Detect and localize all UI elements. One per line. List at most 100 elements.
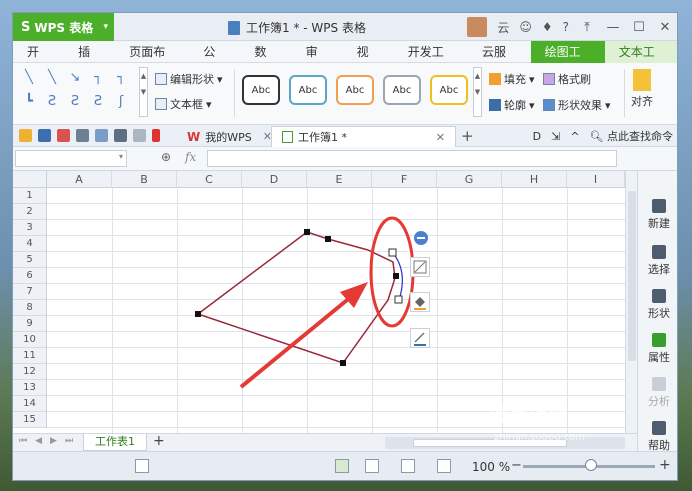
column-header-d[interactable]: D (242, 171, 307, 188)
print-preview-icon[interactable] (95, 129, 108, 142)
zoom-out-button[interactable]: − (511, 458, 522, 473)
avatar[interactable] (467, 17, 488, 37)
elbow-connector-icon[interactable]: ┗ (19, 91, 39, 113)
formula-input[interactable] (207, 150, 617, 167)
new-tab-button[interactable]: + (461, 127, 474, 145)
row-header[interactable]: 12 (13, 364, 47, 380)
tab-formula[interactable]: 公式 (189, 41, 240, 81)
curved-connector-icon[interactable]: Ƨ (65, 91, 85, 113)
tab-home[interactable]: 开始 (13, 41, 64, 81)
d-icon[interactable]: D (533, 130, 541, 143)
help-icon[interactable]: ? (563, 20, 569, 34)
add-sheet-button[interactable]: + (153, 433, 165, 449)
name-box[interactable]: ▾ (15, 150, 127, 167)
eye-protection-icon[interactable] (437, 459, 451, 473)
tab-my-wps[interactable]: W 我的WPS ✕ (177, 126, 282, 147)
freeform-icon[interactable]: ʃ (111, 91, 131, 113)
skin-icon[interactable]: ☺ (519, 20, 532, 34)
shape-style-4[interactable]: Abc (383, 75, 421, 105)
vertical-scrollbar[interactable] (625, 171, 637, 433)
curved-connector-icon[interactable]: Ƨ (42, 91, 62, 113)
tab-workbook[interactable]: 工作簿1 * ✕ (271, 126, 456, 147)
column-header-b[interactable]: B (112, 171, 177, 188)
tab-data[interactable]: 数据 (240, 41, 291, 81)
curved-arrow-icon[interactable]: Ƨ (88, 91, 108, 113)
row-header[interactable]: 4 (13, 236, 47, 252)
row-header[interactable]: 13 (13, 380, 47, 396)
tab-page-layout[interactable]: 页面布局 (115, 41, 189, 81)
task-pane-new[interactable]: 新建 (638, 199, 677, 231)
restore-icon[interactable]: ⤒ (579, 20, 595, 35)
next-sheet-icon[interactable]: ▶ (50, 436, 57, 446)
task-pane-properties[interactable]: 属性 (638, 333, 677, 365)
row-header[interactable]: 15 (13, 412, 47, 428)
float-fill-button[interactable] (410, 292, 430, 312)
maximize-button[interactable]: ☐ (631, 20, 647, 35)
row-header[interactable]: 5 (13, 252, 47, 268)
float-collapse-button[interactable] (413, 230, 433, 250)
gallery-scroll-button[interactable]: ▲ ▼ (139, 67, 148, 117)
app-menu-button[interactable]: S WPS 表格 ▾ (13, 13, 114, 41)
minimize-button[interactable]: — (605, 20, 621, 35)
redo-icon[interactable] (133, 129, 146, 142)
row-header[interactable]: 8 (13, 300, 47, 316)
first-sheet-icon[interactable]: ⏮ (19, 436, 27, 446)
zoom-level[interactable]: 100 % (472, 460, 510, 474)
row-header[interactable]: 1 (13, 188, 47, 204)
close-icon[interactable]: ✕ (436, 131, 445, 144)
line-shape-icon[interactable]: ╲ (42, 67, 62, 89)
scrollbar-thumb[interactable] (628, 191, 636, 361)
row-header[interactable]: 10 (13, 332, 47, 348)
normal-view-icon[interactable] (335, 459, 349, 473)
sheet-tab-1[interactable]: 工作表1 (83, 434, 147, 451)
tab-text-tools[interactable]: 文本工具 (604, 41, 677, 81)
column-header-e[interactable]: E (307, 171, 372, 188)
float-outline-button[interactable] (410, 328, 430, 348)
shape-style-3[interactable]: Abc (336, 75, 374, 105)
last-sheet-icon[interactable]: ⏭ (65, 436, 73, 446)
tab-insert[interactable]: 插入 (64, 41, 115, 81)
tab-drawing-tools[interactable]: 绘图工具 (530, 41, 605, 81)
row-header[interactable]: 3 (13, 220, 47, 236)
arrow-shape-icon[interactable]: ↘ (65, 67, 85, 89)
collapse-ribbon-icon[interactable]: ^ (570, 130, 579, 143)
row-header[interactable]: 9 (13, 316, 47, 332)
row-header[interactable]: 11 (13, 348, 47, 364)
zoom-in-button[interactable]: + (659, 457, 671, 473)
user-label[interactable]: 云 (497, 19, 509, 36)
shape-effect-button[interactable]: 形状效果 ▾ (543, 97, 611, 113)
float-style-button[interactable] (410, 257, 430, 277)
task-pane-select[interactable]: 选择 (638, 245, 677, 277)
task-pane-help[interactable]: 帮助 (638, 421, 677, 453)
tab-cloud[interactable]: 云服务 (468, 41, 531, 81)
column-header-h[interactable]: H (502, 171, 567, 188)
column-header-c[interactable]: C (177, 171, 242, 188)
insert-function-button[interactable]: fx (185, 150, 196, 164)
reading-layout-icon[interactable] (401, 459, 415, 473)
column-header-g[interactable]: G (437, 171, 502, 188)
prev-sheet-icon[interactable]: ◀ (35, 436, 42, 446)
share-icon[interactable]: ⇲ (551, 130, 560, 143)
tab-view[interactable]: 视图 (343, 41, 394, 81)
zoom-slider-handle[interactable] (585, 459, 597, 471)
macro-record-icon[interactable] (135, 459, 149, 473)
edit-shape-button[interactable]: 编辑形状 ▾ (155, 71, 223, 87)
column-header-a[interactable]: A (47, 171, 112, 188)
style-gallery-scroll-button[interactable]: ▲ ▼ (473, 67, 482, 117)
format-painter-button[interactable]: 格式刷 (543, 71, 591, 87)
customize-toolbar-icon[interactable] (152, 129, 160, 142)
align-button[interactable]: 对齐 (631, 69, 653, 109)
export-pdf-icon[interactable] (57, 129, 70, 142)
fill-button[interactable]: 填充 ▾ (489, 71, 535, 87)
spreadsheet-grid[interactable]: A B C D E F G H I 1 2 3 4 5 6 7 8 9 10 1… (13, 171, 625, 433)
shape-style-2[interactable]: Abc (289, 75, 327, 105)
elbow-arrow-icon[interactable]: ┐ (111, 67, 131, 89)
tab-review[interactable]: 审阅 (292, 41, 343, 81)
row-header[interactable]: 14 (13, 396, 47, 412)
page-break-view-icon[interactable] (365, 459, 379, 473)
save-icon[interactable] (38, 129, 51, 142)
zoom-search-icon[interactable]: ⊕ (161, 150, 171, 164)
column-header-f[interactable]: F (372, 171, 437, 188)
elbow-connector-icon[interactable]: ┐ (88, 67, 108, 89)
shape-style-1[interactable]: Abc (242, 75, 280, 105)
